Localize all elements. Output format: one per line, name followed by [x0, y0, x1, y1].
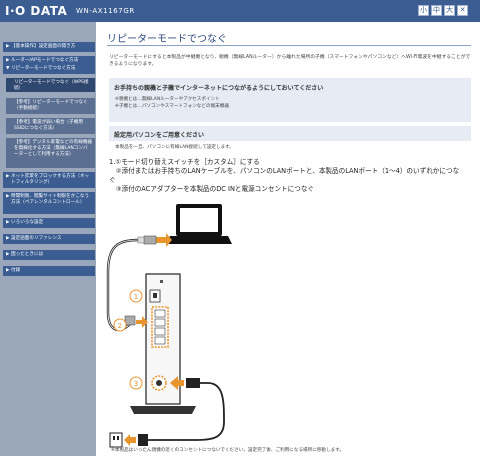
chevron-right-icon: ▶: [6, 236, 10, 241]
callout-3: 3: [129, 376, 143, 390]
power-outlet-icon: [109, 432, 123, 448]
sidebar-item-label: 時間制限、閲覧サイト制限をかこなう方法（ペアレンタルコントロール）: [11, 194, 90, 205]
sidebar-item-converter[interactable]: 【参考】デジタル家電などの有線機器を無線化する方法（無線LANコンバーターとして…: [6, 138, 95, 168]
chevron-right-icon: ▶: [6, 252, 10, 257]
sidebar-item-label: リピーターモードでつなぐ（WPS接続）: [14, 80, 89, 91]
main-content: リピーターモードでつなぐ リピーターモードにすると本製品が中継機となり、親機（無…: [100, 22, 480, 456]
callout-2: 2: [113, 318, 127, 332]
sidebar-item-label: 【参考】デジタル家電などの有線機器を無線化する方法（無線LANコンバーターとして…: [14, 140, 93, 157]
font-large-button[interactable]: 大: [444, 5, 455, 16]
sidebar-item-label: ネット詐欺をブロックする方法（ネットフィルタリング）: [11, 174, 90, 185]
footnote: ※本製品はいったん親機の近くのコンセントにつないでください。設定完了後、ご利用に…: [111, 448, 344, 453]
model-name: WN-AX1167GR: [76, 7, 135, 15]
sidebar-nav: ▶ 【基本操作】設定画面の開き方 ▶ ルーター/APモードでつなぐ方法 ▼ リピーター…: [0, 22, 96, 456]
sidebar-item-settings[interactable]: ▶ いろいろな設定: [3, 218, 95, 228]
lan-plug-icon: [137, 235, 157, 245]
sidebar-item-repeater-wps[interactable]: リピーターモードでつなぐ（WPS接続）: [6, 78, 95, 92]
top-header: I·O DATA WN-AX1167GR 小 中 大 ✕: [0, 0, 480, 22]
svg-text:3: 3: [134, 380, 138, 388]
sidebar-item-label: 【参考】リピーターモードでつなぐ（手動接続）: [14, 100, 88, 111]
chevron-down-icon: ▼: [6, 66, 10, 71]
sidebar-item-weak-signal[interactable]: 【参考】電波が弱い場合（子機用SSIDにつなぐ方法）: [6, 118, 95, 134]
lan-plug-router-icon: [124, 315, 136, 326]
sidebar-item-label: いろいろな設定: [11, 220, 44, 225]
font-medium-button[interactable]: 中: [431, 5, 442, 16]
sidebar-item-repeater-manual[interactable]: 【参考】リピーターモードでつなぐ（手動接続）: [6, 98, 95, 114]
font-small-button[interactable]: 小: [418, 5, 429, 16]
font-size-controls: 小 中 大 ✕: [418, 5, 468, 16]
chevron-right-icon: ▶: [6, 44, 10, 49]
arrow-outlet-icon: [124, 434, 136, 446]
ac-adapter-icon: [138, 434, 148, 446]
sidebar-item-label: リピーターモードでつなぐ方法: [11, 66, 76, 71]
chevron-right-icon: ▶: [6, 268, 10, 273]
sidebar-item-label: 困ったときには: [11, 252, 44, 257]
sidebar-item-parental[interactable]: ▶ 時間制限、閲覧サイト制限をかこなう方法（ペアレンタルコントロール）: [3, 192, 95, 214]
sidebar-item-label: 【参考】電波が弱い場合（子機用SSIDにつなぐ方法）: [14, 120, 83, 131]
sidebar-item-troubleshoot[interactable]: ▶ 困ったときには: [3, 250, 95, 260]
chevron-right-icon: ▶: [6, 194, 10, 199]
close-button[interactable]: ✕: [457, 5, 468, 16]
sidebar-item-reference[interactable]: ▶ 設定画面のリファレンス: [3, 234, 95, 244]
chevron-right-icon: ▶: [6, 220, 10, 225]
svg-text:1: 1: [134, 293, 138, 301]
iodata-logo: I·O DATA: [5, 4, 68, 18]
sidebar-item-basic[interactable]: ▶ 【基本操作】設定画面の開き方: [3, 42, 95, 52]
chevron-right-icon: ▶: [6, 174, 10, 179]
connection-illustration: 1 2 3: [106, 204, 232, 448]
arrow-to-laptop-icon: [156, 233, 172, 247]
laptop-icon: [166, 204, 232, 244]
callout-1: 1: [129, 289, 143, 303]
sidebar-item-net-filter[interactable]: ▶ ネット詐欺をブロックする方法（ネットフィルタリング）: [3, 172, 95, 188]
dc-plug-icon: [186, 378, 200, 388]
sidebar-item-repeater[interactable]: ▼ リピーターモードでつなぐ方法: [3, 64, 95, 74]
sidebar-item-label: 設定画面のリファレンス: [11, 236, 62, 241]
sidebar-item-label: ルーター/APモードでつなぐ方法: [11, 58, 79, 63]
sidebar-item-label: 【基本操作】設定画面の開き方: [11, 44, 76, 49]
svg-text:2: 2: [118, 322, 122, 330]
sidebar-item-appendix[interactable]: ▶ 付録: [3, 266, 95, 276]
sidebar-item-label: 付録: [11, 268, 21, 273]
